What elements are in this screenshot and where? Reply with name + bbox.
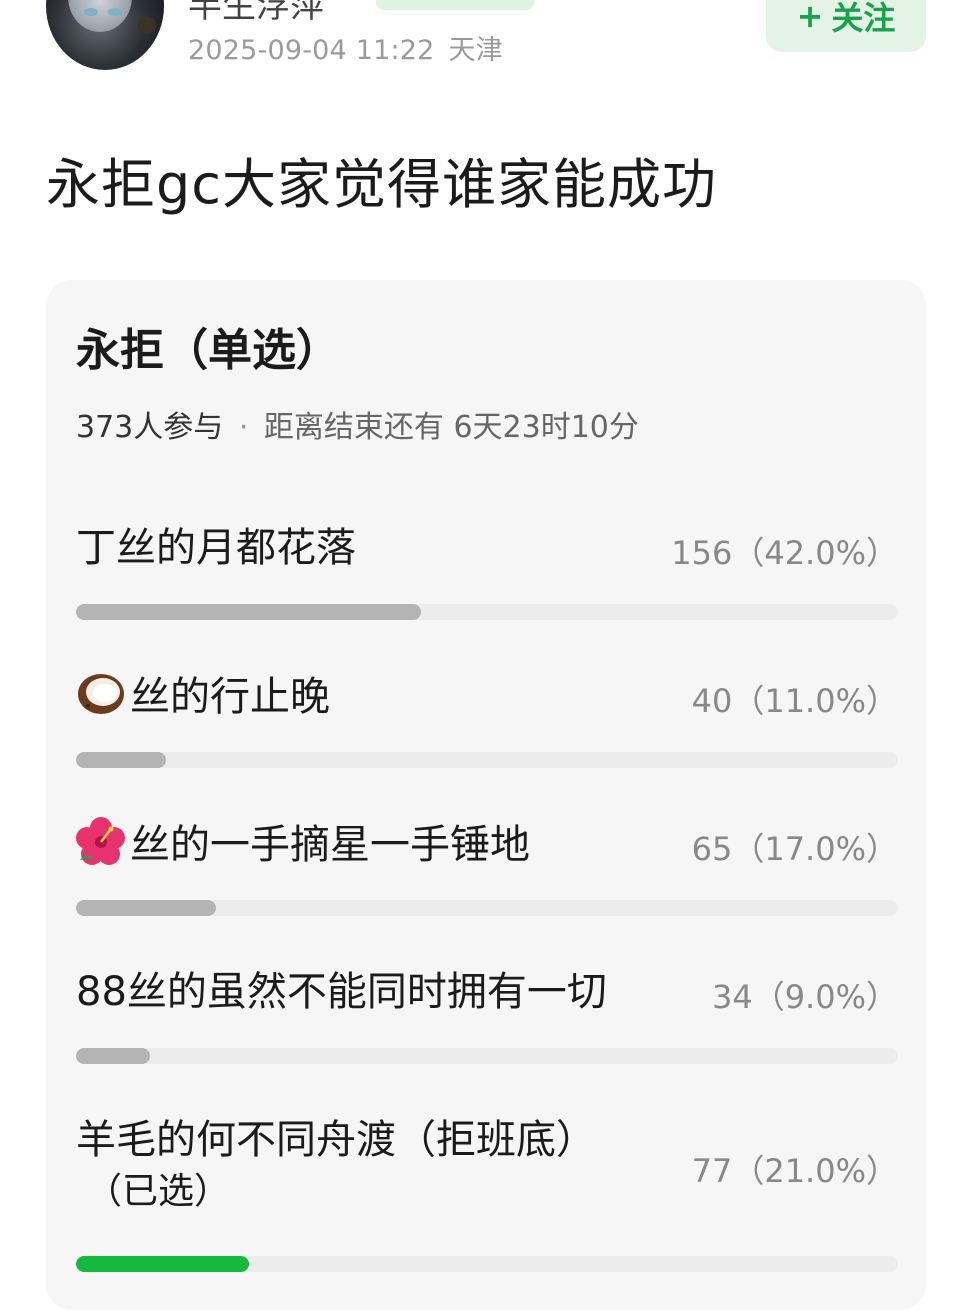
poll-option-count: 77（21.0%） [691, 1152, 898, 1190]
poll-remaining: 距离结束还有 6天23时10分 [263, 410, 639, 445]
poll-option-count: 34（9.0%） [711, 978, 898, 1016]
plus-icon: + [796, 0, 824, 35]
avatar[interactable] [46, 0, 164, 70]
follow-button[interactable]: + 关注 [766, 0, 926, 52]
poll-option-count: 156（42.0%） [671, 534, 898, 572]
poll-option-selected[interactable]: 羊毛的何不同舟渡（拒班底） （已选） 77（21.0%） [76, 1112, 898, 1282]
post-meta: 2025-09-04 11:22 天津 [188, 28, 503, 67]
poll-option[interactable]: 丝的一手摘星一手锤地 65（17.0%） [76, 816, 898, 926]
poll-option[interactable]: 丝的行止晚 40（11.0%） [76, 668, 898, 778]
poll-option-bar [76, 1256, 898, 1272]
post-datetime: 2025-09-04 11:22 [188, 35, 435, 66]
follow-label: 关注 [831, 0, 896, 37]
poll-title: 永拒（单选） [76, 325, 340, 376]
coconut-icon [76, 668, 126, 733]
post-title: 永拒gc大家觉得谁家能成功 [46, 153, 717, 216]
poll-option-bar-fill [76, 1048, 150, 1064]
poll-option-bar-fill [76, 604, 422, 620]
poll-option-bar [76, 900, 898, 916]
poll-option-bar [76, 604, 898, 620]
avatar-face [68, 0, 132, 32]
poll-option-bar [76, 752, 898, 768]
poll-option-bar-fill [76, 900, 216, 916]
poll-option-bar-fill [76, 1256, 249, 1272]
poll-option-count: 65（17.0%） [691, 830, 898, 868]
poll-card: 永拒（单选） 373人参与 · 距离结束还有 6天23时10分 丁丝的月都花落 … [46, 280, 926, 1310]
poll-option[interactable]: 88丝的虽然不能同时拥有一切 34（9.0%） [76, 964, 898, 1074]
avatar-cat [138, 16, 156, 34]
poll-option-bar-fill [76, 752, 167, 768]
user-badge [376, 0, 534, 10]
poll-option-count: 40（11.0%） [691, 682, 898, 720]
username[interactable]: 半生浮萍 [188, 0, 324, 27]
poll-meta: 373人参与 · 距离结束还有 6天23时10分 [76, 402, 639, 446]
hibiscus-icon [76, 816, 126, 881]
poll-participants: 373人参与 [76, 410, 224, 445]
poll-option-bar [76, 1048, 898, 1064]
avatar-eye [108, 8, 122, 16]
poll-separator: · [238, 410, 249, 445]
poll-option[interactable]: 丁丝的月都花落 156（42.0%） [76, 520, 898, 630]
avatar-eye [84, 8, 98, 16]
post-location: 天津 [448, 35, 503, 66]
